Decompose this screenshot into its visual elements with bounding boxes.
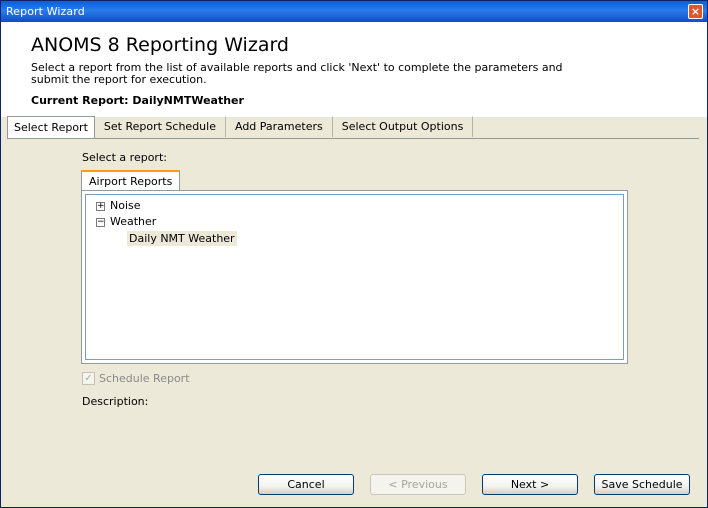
tree-node-daily-nmt-weather[interactable]: Daily NMT Weather <box>127 231 237 246</box>
tab-add-parameters[interactable]: Add Parameters <box>226 116 333 137</box>
tab-select-report[interactable]: Select Report <box>7 116 95 138</box>
checkbox-check-icon: ✓ <box>82 371 95 385</box>
wizard-title: ANOMS 8 Reporting Wizard <box>31 34 289 56</box>
tree-panel: + Noise − Weather Daily NMT Weather <box>81 190 628 364</box>
tab-divider <box>7 138 699 139</box>
report-wizard-window: Report Wizard × ANOMS 8 Reporting Wizard… <box>0 0 708 508</box>
wizard-description: Select a report from the list of availab… <box>31 61 563 86</box>
expand-plus-icon[interactable]: + <box>96 202 105 211</box>
select-report-label: Select a report: <box>82 151 167 164</box>
tab-airport-reports[interactable]: Airport Reports <box>81 170 181 192</box>
schedule-report-label: Schedule Report <box>99 371 190 385</box>
current-report: Current Report: DailyNMTWeather <box>31 94 244 107</box>
tab-set-report-schedule[interactable]: Set Report Schedule <box>95 116 226 137</box>
collapse-minus-icon[interactable]: − <box>96 218 105 227</box>
close-icon[interactable]: × <box>688 4 703 19</box>
save-schedule-button[interactable]: Save Schedule <box>594 474 690 495</box>
cancel-button[interactable]: Cancel <box>258 474 354 495</box>
tree-node-label: Weather <box>110 215 157 228</box>
previous-button[interactable]: < Previous <box>370 474 466 495</box>
description-label: Description: <box>82 395 149 408</box>
title-bar[interactable]: Report Wizard × <box>1 1 707 22</box>
window-title: Report Wizard <box>6 5 85 18</box>
wizard-header: ANOMS 8 Reporting Wizard Select a report… <box>1 22 707 117</box>
next-button[interactable]: Next > <box>482 474 578 495</box>
schedule-report-checkbox: ✓ Schedule Report <box>82 371 190 385</box>
wizard-tabs: Select Report Set Report Schedule Add Pa… <box>7 116 474 138</box>
tree-node-label: Noise <box>110 199 141 212</box>
report-tree[interactable]: + Noise − Weather Daily NMT Weather <box>85 194 624 360</box>
tab-select-output-options[interactable]: Select Output Options <box>333 116 474 137</box>
